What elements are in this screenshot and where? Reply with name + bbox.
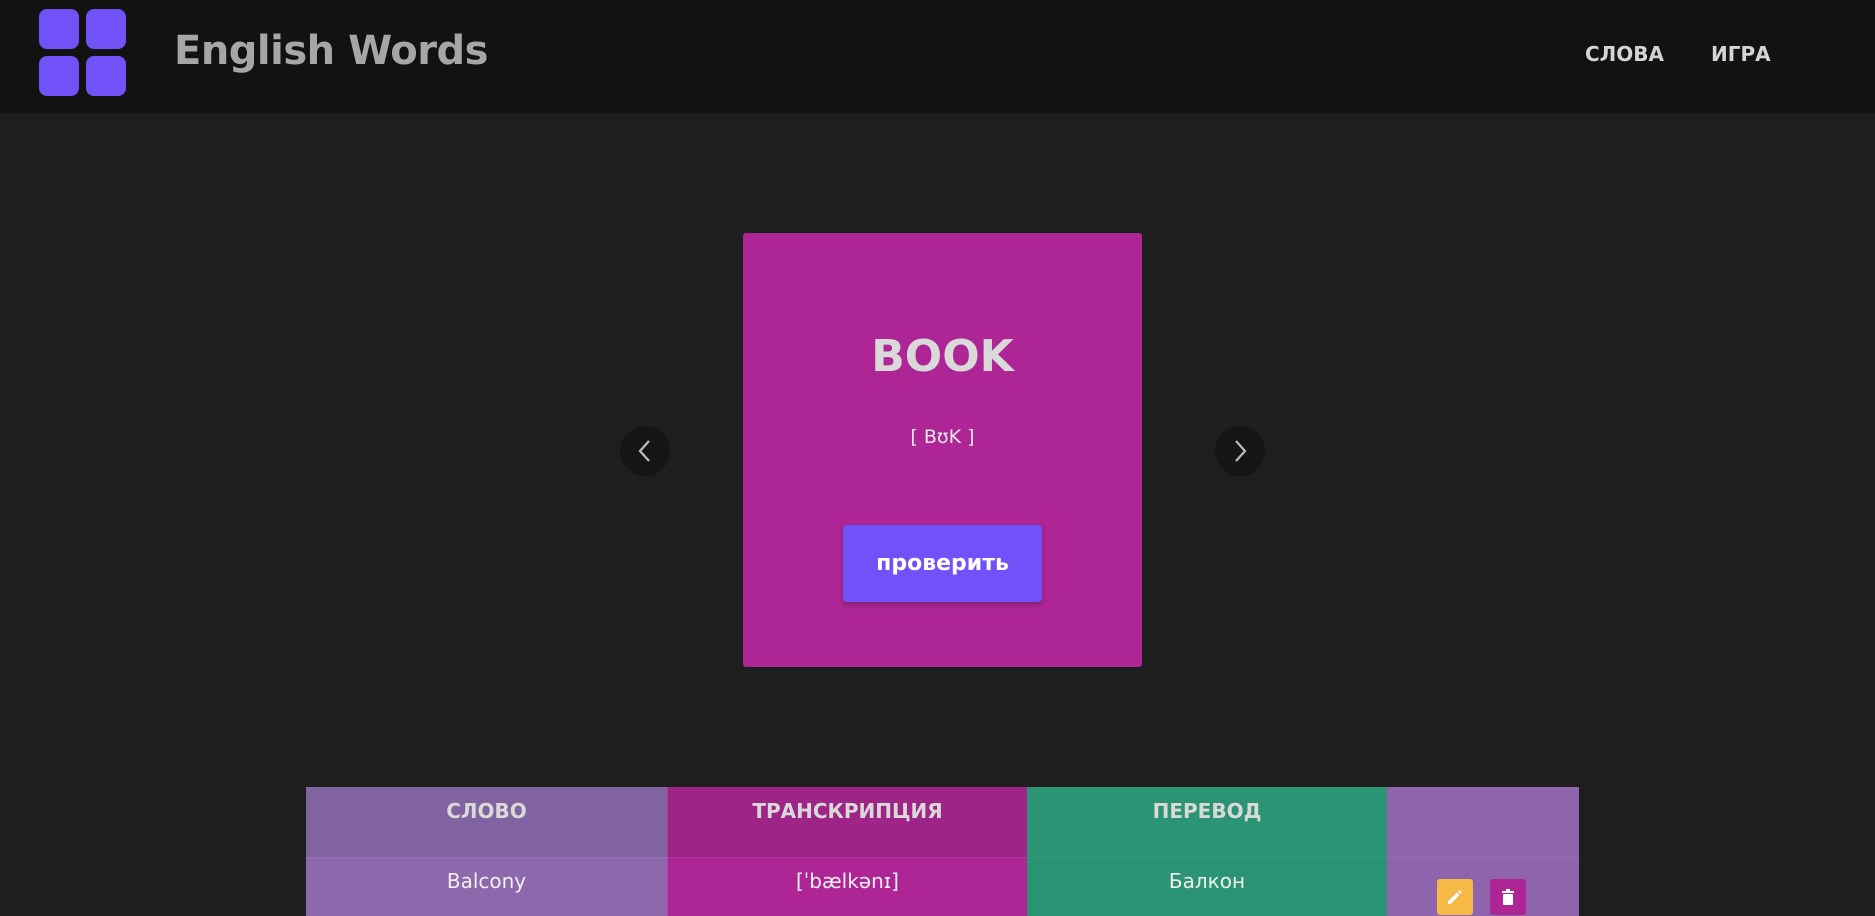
header-transcription: ТРАНСКРИПЦИЯ bbox=[667, 787, 1027, 857]
card-transcription: [ BʊK ] bbox=[910, 426, 975, 448]
nav-link-game[interactable]: ИГРА bbox=[1711, 42, 1771, 66]
header-actions bbox=[1387, 787, 1579, 857]
cell-word: Balcony bbox=[306, 857, 667, 916]
word-card: BOOK [ BʊK ] проверить bbox=[743, 233, 1142, 667]
prev-card-button[interactable] bbox=[620, 426, 670, 476]
chevron-left-icon bbox=[638, 440, 650, 462]
trash-icon bbox=[1502, 889, 1514, 905]
header-word: СЛОВО bbox=[306, 787, 667, 857]
logo-square bbox=[86, 56, 126, 96]
grid-logo-icon[interactable] bbox=[39, 9, 128, 98]
logo-square bbox=[39, 9, 79, 49]
nav-link-words[interactable]: СЛОВА bbox=[1585, 42, 1664, 66]
edit-button[interactable] bbox=[1437, 879, 1473, 915]
top-header: English Words СЛОВА ИГРА bbox=[0, 0, 1875, 113]
logo-square bbox=[86, 9, 126, 49]
logo-square bbox=[39, 56, 79, 96]
header-translation: ПЕРЕВОД bbox=[1027, 787, 1387, 857]
cell-transcription: [ˈbælkənɪ] bbox=[667, 857, 1027, 916]
app-title: English Words bbox=[174, 28, 488, 74]
delete-button[interactable] bbox=[1490, 879, 1526, 915]
card-word: BOOK bbox=[871, 331, 1014, 382]
pencil-icon bbox=[1448, 890, 1462, 904]
chevron-right-icon bbox=[1235, 440, 1247, 462]
cell-translation: Балкон bbox=[1027, 857, 1387, 916]
cell-actions bbox=[1387, 857, 1579, 916]
check-button[interactable]: проверить bbox=[843, 525, 1042, 602]
next-card-button[interactable] bbox=[1215, 426, 1265, 476]
